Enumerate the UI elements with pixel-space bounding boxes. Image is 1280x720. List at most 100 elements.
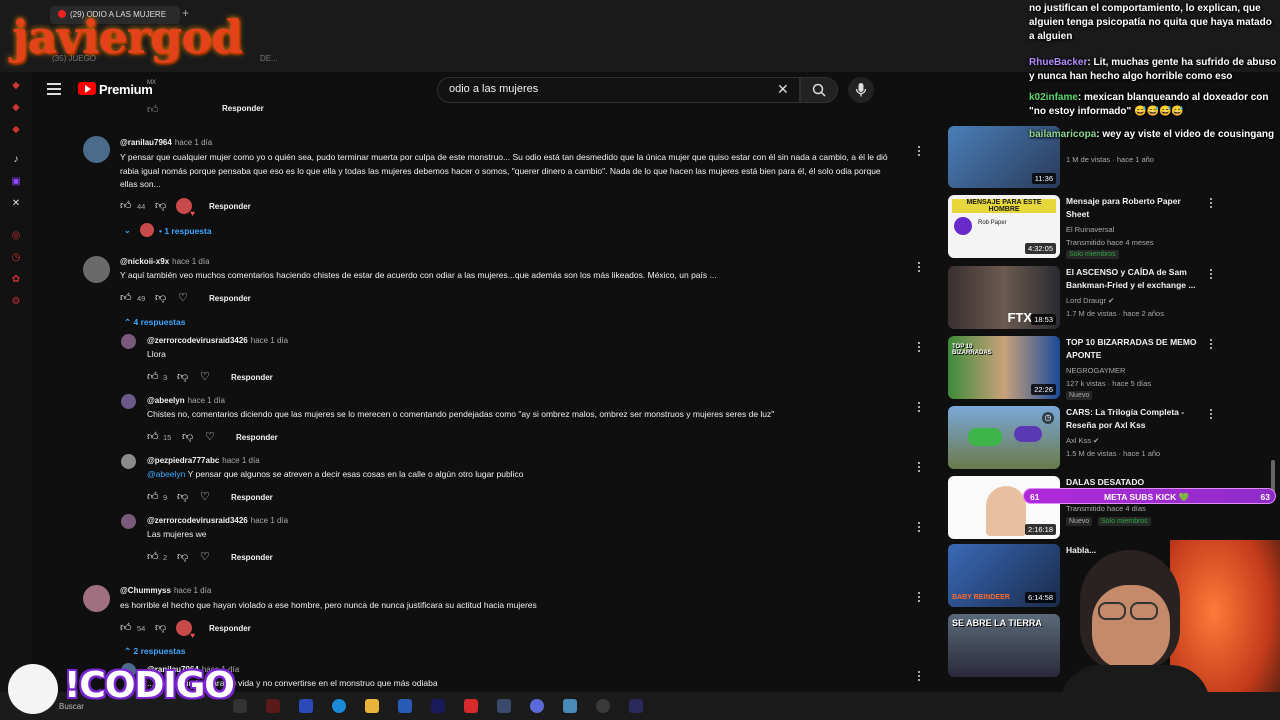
heart-icon[interactable]: ♡: [205, 431, 215, 443]
video-thumbnail[interactable]: ◷: [948, 406, 1060, 469]
video-thumbnail[interactable]: MENSAJE PARA ESTE HOMBRE Rob Paper 4:32:…: [948, 195, 1060, 258]
app-icon[interactable]: [563, 699, 577, 713]
media-player-icon[interactable]: [464, 699, 478, 713]
video-thumbnail[interactable]: TOP 10 BIZARRADAS 22:26: [948, 336, 1060, 399]
dislike-icon[interactable]: 👎︎: [155, 622, 166, 634]
reply-button[interactable]: Responder: [209, 624, 251, 633]
dislike-icon[interactable]: 👎︎: [182, 431, 193, 443]
related-video[interactable]: FTX 18:53 El ASCENSO y CAÍDA de Sam Bank…: [948, 266, 1280, 330]
obs-icon[interactable]: [596, 699, 610, 713]
more-options-icon[interactable]: [918, 671, 921, 682]
youtube-brand[interactable]: Premium: [99, 82, 153, 97]
video-channel[interactable]: Axl Kss ✔: [1066, 436, 1099, 445]
reply-button[interactable]: Responder: [236, 433, 278, 442]
like-icon[interactable]: 👍︎: [147, 491, 159, 503]
comment-author[interactable]: @zerrorcodevirusraid3426 hace 1 día: [147, 516, 288, 525]
more-options-icon[interactable]: [918, 146, 921, 157]
sidebar-app-icon[interactable]: ◆: [10, 80, 22, 92]
more-options-icon[interactable]: [918, 262, 921, 273]
app-icon[interactable]: [629, 699, 643, 713]
comment-author[interactable]: @nickoii-x9x hace 1 día: [120, 257, 210, 266]
heart-icon[interactable]: ♡: [200, 371, 210, 383]
like-icon[interactable]: 👍︎: [120, 622, 132, 634]
avatar[interactable]: [83, 136, 110, 163]
reply-button[interactable]: Responder: [209, 294, 251, 303]
comment-author[interactable]: @Chummyss hace 1 día: [120, 586, 211, 595]
replies-toggle[interactable]: ⌃ 2 respuestas: [124, 646, 185, 657]
search-query[interactable]: odio a las mujeres: [449, 83, 538, 95]
more-options-icon[interactable]: [918, 462, 921, 473]
heart-icon[interactable]: ♡: [178, 292, 188, 304]
more-options-icon[interactable]: [918, 522, 921, 533]
more-options-icon[interactable]: [1210, 409, 1213, 420]
dislike-icon[interactable]: 👎︎: [177, 491, 188, 503]
replies-toggle[interactable]: ⌄: [124, 225, 131, 235]
video-title[interactable]: CARS: La Trilogía Completa - Reseña por …: [1066, 406, 1206, 431]
replies-toggle[interactable]: ⌃ 4 respuestas: [124, 317, 185, 328]
more-options-icon[interactable]: [1210, 198, 1213, 209]
related-video[interactable]: MENSAJE PARA ESTE HOMBRE Rob Paper 4:32:…: [948, 195, 1280, 259]
like-icon[interactable]: 👍︎: [147, 431, 159, 443]
reply-button[interactable]: Responder: [222, 104, 264, 113]
menu-icon[interactable]: [47, 83, 61, 95]
heart-icon[interactable]: ♡: [200, 551, 210, 563]
app-icon[interactable]: [266, 699, 280, 713]
tiktok-icon[interactable]: ♪: [10, 154, 22, 166]
folder-icon[interactable]: [365, 699, 379, 713]
comment-author[interactable]: @abeelyn hace 1 día: [147, 396, 225, 405]
more-options-icon[interactable]: [918, 342, 921, 353]
clear-search-icon[interactable]: ✕: [777, 82, 789, 96]
dislike-icon[interactable]: 👎︎: [177, 371, 188, 383]
dislike-icon[interactable]: 👎︎: [155, 292, 166, 304]
video-title[interactable]: DALAS DESATADO: [1066, 476, 1206, 489]
like-icon[interactable]: 👍︎: [120, 200, 132, 212]
reply-button[interactable]: Responder: [231, 553, 273, 562]
video-title[interactable]: TOP 10 BIZARRADAS DE MEMO APONTE: [1066, 336, 1206, 361]
related-video[interactable]: ◷ CARS: La Trilogía Completa - Reseña po…: [948, 406, 1280, 470]
related-video[interactable]: TOP 10 BIZARRADAS 22:26 TOP 10 BIZARRADA…: [948, 336, 1280, 400]
comment-author[interactable]: @pezpiedra777abc hace 1 día: [147, 456, 260, 465]
bookmark-item-2[interactable]: DE...: [260, 54, 278, 63]
heart-icon[interactable]: ♡: [200, 491, 210, 503]
avatar[interactable]: [83, 256, 110, 283]
edge-icon[interactable]: [332, 699, 346, 713]
app-icon[interactable]: [497, 699, 511, 713]
sidebar-app-icon[interactable]: ◆: [10, 124, 22, 136]
watch-later-icon[interactable]: ◷: [1042, 412, 1054, 424]
reply-button[interactable]: Responder: [231, 493, 273, 502]
app-icon[interactable]: [299, 699, 313, 713]
more-options-icon[interactable]: [918, 592, 921, 603]
audition-icon[interactable]: [431, 699, 445, 713]
task-view-icon[interactable]: [233, 699, 247, 713]
like-icon[interactable]: 👍︎: [120, 292, 132, 304]
more-options-icon[interactable]: [1210, 339, 1213, 350]
video-channel[interactable]: El Ruinaversal: [1066, 225, 1114, 234]
reply-button[interactable]: Responder: [231, 373, 273, 382]
like-icon[interactable]: 👍︎: [147, 371, 159, 383]
history-icon[interactable]: ◎: [10, 230, 22, 242]
video-channel[interactable]: Lord Draugr ✔: [1066, 296, 1114, 305]
youtube-logo-icon[interactable]: [78, 82, 96, 95]
discord-icon[interactable]: [530, 699, 544, 713]
video-title[interactable]: El ASCENSO y CAÍDA de Sam Bankman-Fried …: [1066, 266, 1206, 291]
voice-search-button[interactable]: [848, 77, 874, 103]
more-options-icon[interactable]: [1210, 269, 1213, 280]
dislike-icon[interactable]: 👎︎: [177, 551, 188, 563]
search-button[interactable]: [800, 77, 838, 103]
more-options-icon[interactable]: [918, 402, 921, 413]
x-icon[interactable]: ✕: [10, 198, 22, 210]
avatar[interactable]: [83, 585, 110, 612]
clock-icon[interactable]: ◷: [10, 252, 22, 264]
comment-author[interactable]: @ranilau7964 hace 1 día: [120, 138, 212, 147]
avatar[interactable]: [121, 394, 136, 409]
video-channel[interactable]: NEGROGAYMER: [1066, 366, 1125, 375]
video-title[interactable]: Mensaje para Roberto Paper Sheet: [1066, 195, 1206, 220]
comment-author[interactable]: @zerrorcodevirusraid3426 hace 1 día: [147, 336, 288, 345]
reply-button[interactable]: Responder: [209, 202, 251, 211]
dislike-icon[interactable]: 👎︎: [155, 200, 166, 212]
store-icon[interactable]: [398, 699, 412, 713]
extension-icon[interactable]: ✿: [10, 274, 22, 286]
twitch-icon[interactable]: ▣: [10, 176, 22, 188]
avatar[interactable]: [121, 514, 136, 529]
like-icon[interactable]: 👍︎: [147, 104, 159, 116]
